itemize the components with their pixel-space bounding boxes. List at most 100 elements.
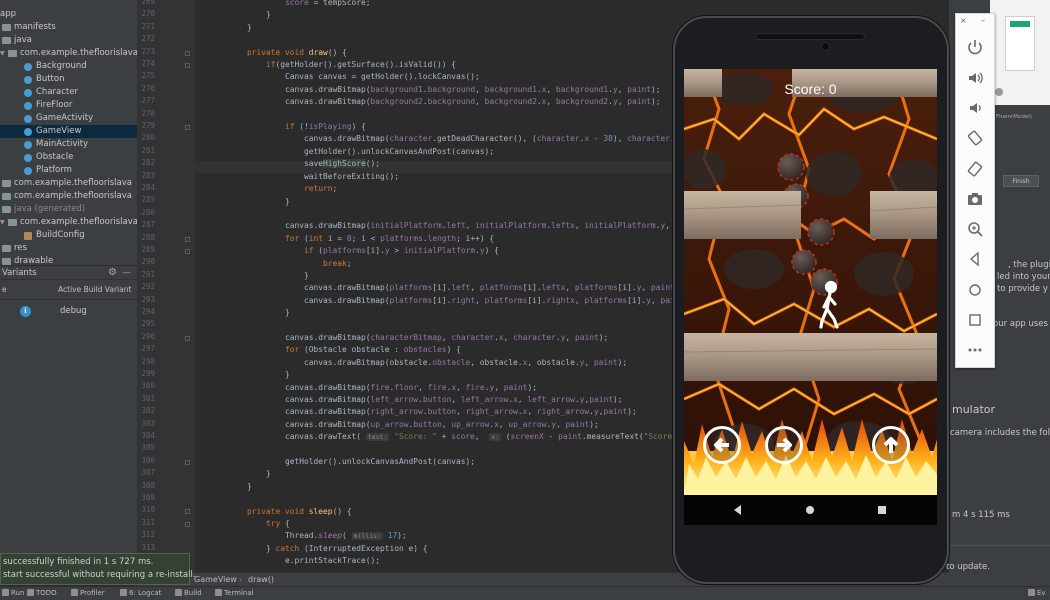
fold-marker-icon[interactable] bbox=[185, 521, 190, 527]
info-icon: i bbox=[20, 306, 31, 317]
screenshot-icon[interactable] bbox=[966, 190, 984, 208]
tree-item-label: com.example.thefloorislava bbox=[14, 178, 132, 188]
expand-arrow-icon[interactable]: ▼ bbox=[0, 216, 5, 229]
tree-item[interactable]: GameView bbox=[0, 125, 137, 138]
fold-marker-icon[interactable] bbox=[185, 50, 190, 56]
rp-heading: mulator bbox=[952, 403, 996, 416]
code-line: try { bbox=[266, 519, 290, 529]
tree-item[interactable]: Character bbox=[0, 86, 137, 99]
folder-icon bbox=[8, 50, 17, 57]
tree-item[interactable]: java bbox=[0, 34, 137, 47]
tool-tab-logcat[interactable]: 6: Logcat bbox=[120, 587, 161, 600]
tree-item[interactable]: ▼com.example.thefloorislava bbox=[0, 216, 137, 229]
back-icon[interactable] bbox=[966, 250, 984, 268]
folder-icon bbox=[2, 258, 11, 265]
code-line: } bbox=[209, 308, 290, 318]
tool-tab-run[interactable]: Run bbox=[2, 587, 24, 600]
tree-item[interactable]: ▼drawable bbox=[0, 255, 137, 265]
folder-icon bbox=[2, 245, 11, 252]
tree-item[interactable]: ▼res bbox=[0, 242, 137, 255]
line-number: 286 bbox=[141, 207, 155, 217]
tree-item[interactable]: GameActivity bbox=[0, 112, 137, 125]
build-variant-row[interactable]: i debug bbox=[0, 300, 137, 322]
line-number: 270 bbox=[141, 9, 155, 19]
tree-item[interactable]: FireFloor bbox=[0, 99, 137, 112]
class-icon bbox=[24, 154, 32, 162]
tree-item[interactable]: BuildConfig bbox=[0, 229, 137, 242]
code-line: for (int i = 0; i < platforms.length; i+… bbox=[285, 233, 495, 243]
minimize-icon[interactable]: – bbox=[981, 16, 985, 25]
tree-item[interactable]: Obstacle bbox=[0, 151, 137, 164]
fold-marker-icon[interactable] bbox=[185, 125, 190, 130]
game-screen[interactable]: Score: 0 bbox=[684, 69, 937, 495]
rotate-left-icon[interactable] bbox=[966, 129, 984, 147]
line-number: 269 bbox=[141, 0, 155, 6]
volume-down-icon[interactable] bbox=[966, 99, 984, 117]
tree-item[interactable]: Platform bbox=[0, 164, 137, 177]
volume-up-icon[interactable] bbox=[966, 69, 984, 87]
tree-item[interactable]: Button bbox=[0, 73, 137, 86]
project-tree-panel: app manifests java ▼ com.example.thefloorisl… bbox=[0, 0, 137, 265]
tree-item[interactable]: ▼com.example.thefloorislava bbox=[0, 177, 137, 190]
fold-marker-icon[interactable] bbox=[185, 335, 190, 341]
line-number: 279 bbox=[141, 121, 155, 130]
arrow-right-icon bbox=[777, 437, 792, 453]
build-notification[interactable]: successfully finished in 1 s 727 ms. sta… bbox=[0, 553, 196, 585]
line-number: 303 bbox=[141, 418, 155, 428]
nav-back-icon[interactable] bbox=[732, 504, 744, 516]
rotate-right-icon[interactable] bbox=[966, 160, 984, 178]
tree-item[interactable]: MainActivity bbox=[0, 138, 137, 151]
home-icon[interactable] bbox=[966, 281, 984, 299]
up-arrow-button[interactable] bbox=[872, 426, 910, 464]
tree-item[interactable]: ▼com.example.thefloorislava bbox=[0, 190, 137, 203]
tool-tab-profiler[interactable]: Profiler bbox=[71, 587, 105, 600]
line-number: 287 bbox=[141, 220, 155, 230]
fold-marker-icon[interactable] bbox=[185, 459, 190, 465]
tool-tab-terminal[interactable]: Terminal bbox=[215, 587, 254, 600]
code-line: canvas.drawBitmap(right_arrow.button, ri… bbox=[209, 407, 637, 417]
right-arrow-button[interactable] bbox=[765, 426, 803, 464]
zoom-icon[interactable] bbox=[966, 220, 984, 238]
fold-marker-icon[interactable] bbox=[185, 249, 190, 254]
code-line: canvas.drawBitmap(left_arrow.button, lef… bbox=[209, 395, 623, 404]
line-number: 305 bbox=[141, 443, 155, 453]
fold-marker-icon[interactable] bbox=[185, 236, 190, 242]
android-nav-bar bbox=[684, 495, 937, 525]
tool-window-bar: Run TODO Profiler 6: Logcat Build Termin… bbox=[0, 586, 1050, 600]
close-icon[interactable]: × bbox=[960, 16, 967, 25]
tool-tab-event-log[interactable]: Ev bbox=[1028, 587, 1046, 600]
minimize-icon[interactable]: — bbox=[123, 266, 132, 280]
tree-item[interactable]: app bbox=[0, 8, 137, 21]
tree-item[interactable]: ▼com.example.thefloorislava bbox=[0, 47, 137, 60]
left-arrow-button[interactable] bbox=[703, 426, 741, 464]
code-line: if(getHolder().getSurface().isValid()) { bbox=[266, 60, 457, 70]
tree-item[interactable]: manifests bbox=[0, 21, 137, 34]
tree-item-label: MainActivity bbox=[36, 139, 89, 149]
nav-overview-icon[interactable] bbox=[877, 505, 887, 515]
finish-button[interactable]: Finish bbox=[1003, 175, 1039, 187]
tree-item[interactable]: ▼java (generated) bbox=[0, 203, 137, 216]
tool-tab-build[interactable]: Build bbox=[175, 587, 202, 600]
tree-item[interactable]: Background bbox=[0, 60, 137, 73]
fold-marker-icon[interactable] bbox=[185, 509, 190, 515]
gear-icon[interactable]: ⚙ bbox=[108, 266, 117, 280]
tool-tab-todo[interactable]: TODO bbox=[27, 587, 57, 600]
power-icon[interactable] bbox=[966, 38, 984, 56]
breadcrumb-method[interactable]: draw() bbox=[248, 573, 274, 586]
nav-home-icon[interactable] bbox=[805, 505, 815, 515]
folder-icon bbox=[2, 180, 11, 187]
todo-icon bbox=[27, 589, 34, 596]
expand-arrow-icon[interactable]: ▼ bbox=[0, 47, 5, 60]
source-code[interactable]: score = tempScore; } } private void draw… bbox=[209, 0, 724, 568]
overview-icon[interactable] bbox=[966, 311, 984, 329]
line-number: 308 bbox=[141, 480, 155, 490]
line-number: 307 bbox=[141, 468, 155, 478]
code-line: } catch (InterruptedException e) { bbox=[209, 543, 428, 553]
more-icon[interactable] bbox=[966, 341, 984, 359]
class-icon bbox=[24, 89, 32, 97]
fold-marker-icon[interactable] bbox=[185, 63, 190, 68]
tree-item-label: GameView bbox=[36, 126, 82, 136]
breadcrumb-class[interactable]: GameView bbox=[194, 573, 237, 586]
build-variant-value[interactable]: debug bbox=[60, 300, 87, 322]
